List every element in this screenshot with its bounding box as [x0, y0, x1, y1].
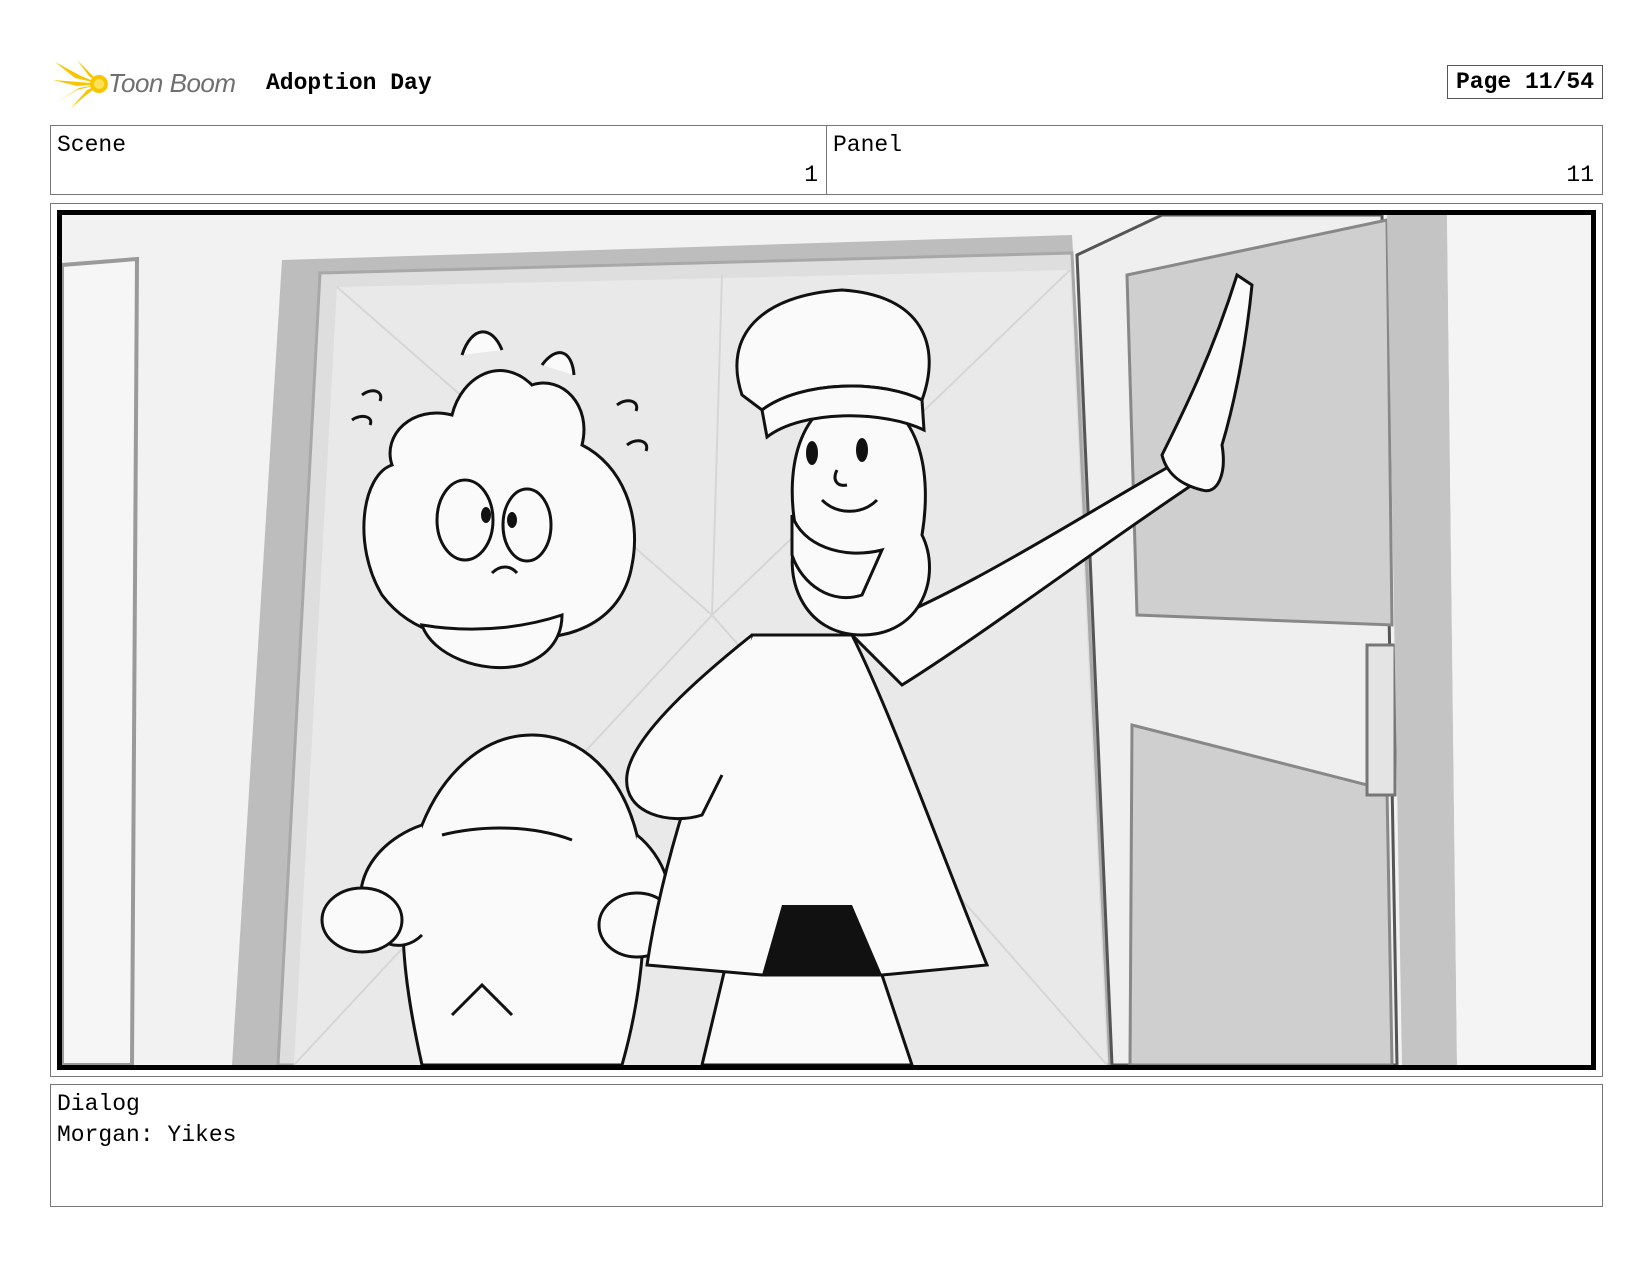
storyboard-drawing [57, 210, 1596, 1070]
page-header: Toon Boom Adoption Day Page 11/54 [53, 56, 1603, 112]
scene-label: Scene [57, 132, 127, 158]
dialog-box: Dialog Morgan: Yikes [50, 1084, 1603, 1207]
project-title: Adoption Day [266, 70, 432, 96]
scene-value: 1 [804, 162, 818, 188]
star-burst-icon [53, 60, 108, 108]
toon-boom-logo: Toon Boom [53, 58, 253, 110]
scene-cell: Scene 1 [51, 126, 826, 194]
panel-illustration [62, 215, 1591, 1065]
panel-label: Panel [833, 132, 903, 158]
dialog-label: Dialog [57, 1091, 140, 1117]
page-number: Page 11/54 [1446, 65, 1603, 99]
storyboard-panel-frame [50, 203, 1603, 1077]
logo-wordmark: Toon Boom [108, 68, 236, 98]
panel-cell: Panel 11 [826, 126, 1602, 194]
panel-value: 11 [1566, 162, 1594, 188]
scene-panel-info: Scene 1 Panel 11 [50, 125, 1603, 195]
dialog-text: Morgan: Yikes [57, 1122, 237, 1148]
